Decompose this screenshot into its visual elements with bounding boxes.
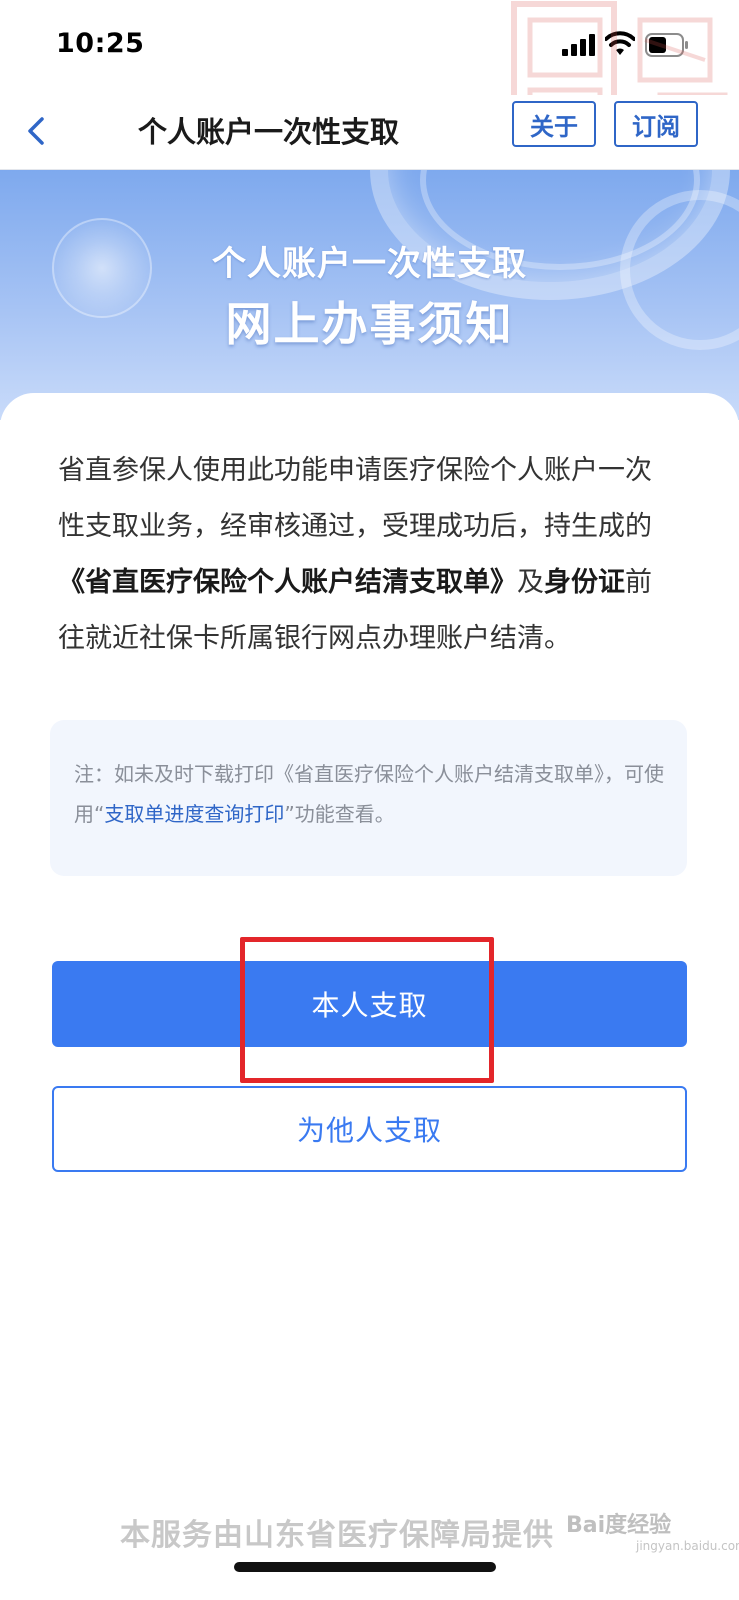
- status-bar: 10:25: [0, 0, 739, 95]
- notice-banner: 个人账户一次性支取 网上办事须知: [0, 170, 739, 420]
- watermark-subtext: jingyan.baidu.com: [636, 1539, 739, 1553]
- watermark-text: Bai度经验: [566, 1513, 672, 1538]
- status-time: 10:25: [56, 28, 145, 59]
- banner-title: 网上办事须知: [225, 297, 514, 351]
- cellular-signal-icon: [562, 34, 595, 56]
- battery-icon: [645, 33, 688, 57]
- app-header: 个人账户一次性支取 关于 订阅: [0, 95, 739, 170]
- intro-bold-form-name: 《省直医疗保险个人账户结清支取单》: [58, 567, 517, 598]
- intro-paragraph: 省直参保人使用此功能申请医疗保险个人账户一次性支取业务，经审核通过，受理成功后，…: [58, 443, 673, 667]
- home-indicator[interactable]: [234, 1562, 496, 1572]
- intro-text: 省直参保人使用此功能申请医疗保险个人账户一次性支取业务，经审核通过，受理成功后，…: [58, 455, 652, 542]
- baidu-watermark: Bai度经验 jingyan.baidu.com: [566, 1501, 739, 1557]
- service-provider-text: 本服务由山东省医疗保障局提供: [120, 1518, 554, 1553]
- progress-query-link[interactable]: 支取单进度查询打印: [104, 802, 284, 826]
- note-text: ”功能查看。: [284, 802, 395, 826]
- subscribe-button[interactable]: 订阅: [614, 101, 698, 147]
- page-title: 个人账户一次性支取: [138, 115, 400, 149]
- intro-text: 及: [517, 567, 544, 598]
- about-button[interactable]: 关于: [512, 101, 596, 147]
- intro-bold-id-card: 身份证: [544, 567, 625, 598]
- banner-subtitle: 个人账户一次性支取: [212, 244, 527, 284]
- back-arrow-icon[interactable]: [18, 109, 58, 153]
- wifi-icon: [605, 31, 635, 55]
- withdraw-for-others-button[interactable]: 为他人支取: [52, 1086, 687, 1172]
- red-highlight-annotation: [240, 937, 494, 1083]
- note-box: 注：如未及时下载打印《省直医疗保险个人账户结清支取单》，可使用“支取单进度查询打…: [50, 720, 687, 876]
- content-card: 省直参保人使用此功能申请医疗保险个人账户一次性支取业务，经审核通过，受理成功后，…: [0, 393, 739, 1600]
